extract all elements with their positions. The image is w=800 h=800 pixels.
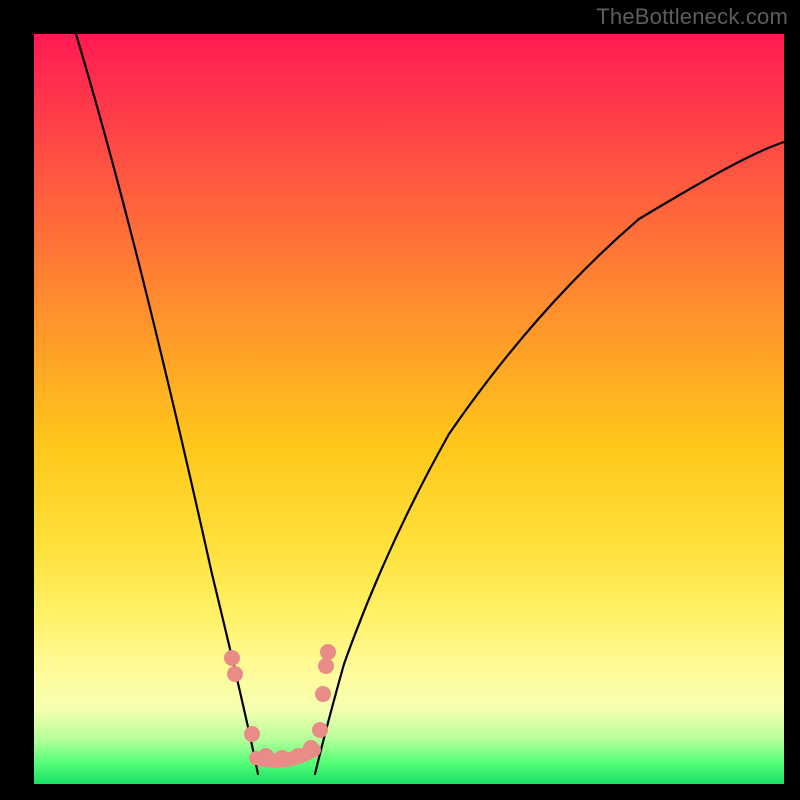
chart-svg: [34, 34, 784, 784]
marker-dot: [224, 650, 240, 666]
marker-dot: [258, 748, 274, 764]
marker-dot: [315, 686, 331, 702]
marker-dot: [318, 658, 334, 674]
plot-area: [34, 34, 784, 784]
marker-dot: [320, 644, 336, 660]
watermark-text: TheBottleneck.com: [596, 4, 788, 30]
outer-frame: TheBottleneck.com: [0, 0, 800, 800]
marker-dot: [227, 666, 243, 682]
marker-dot: [312, 722, 328, 738]
right-curve: [315, 142, 784, 774]
marker-dot: [274, 750, 290, 766]
marker-dot: [303, 740, 319, 756]
marker-dot: [244, 726, 260, 742]
